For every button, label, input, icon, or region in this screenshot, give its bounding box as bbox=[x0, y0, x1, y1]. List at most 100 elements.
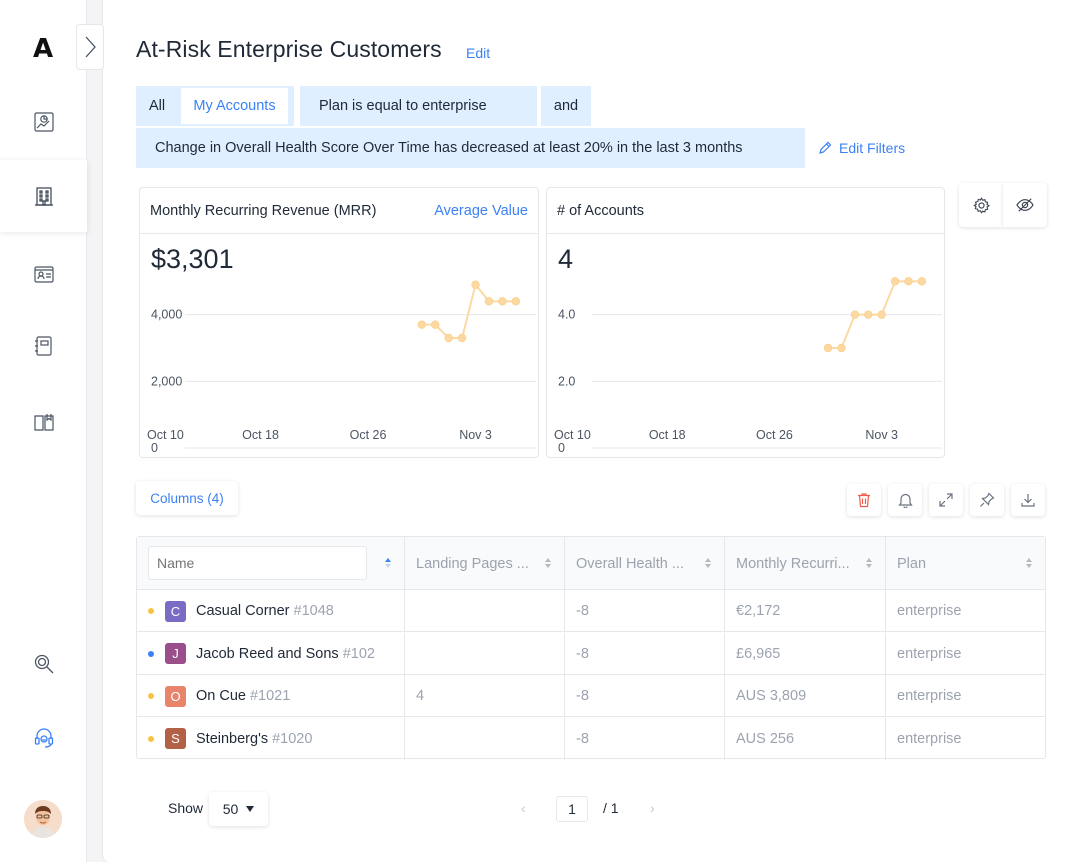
account-avatar-badge: C bbox=[165, 600, 186, 622]
building-icon bbox=[34, 187, 53, 206]
y-tick-label: 0 bbox=[151, 441, 158, 455]
health-column-header[interactable]: Overall Health ... bbox=[565, 537, 725, 590]
sort-icon bbox=[1026, 558, 1032, 568]
mrr-column-header[interactable]: Monthly Recurri... bbox=[725, 537, 886, 590]
x-tick-label: Oct 10 bbox=[554, 428, 591, 442]
accounts-table: Landing Pages ... Overall Health ... Mon… bbox=[136, 536, 1046, 760]
accounts-panel-header: # of Accounts bbox=[547, 188, 944, 234]
edit-filters-button[interactable]: Edit Filters bbox=[818, 140, 905, 156]
edit-title-link[interactable]: Edit bbox=[466, 45, 490, 61]
data-point bbox=[877, 310, 886, 319]
sort-icon-active[interactable] bbox=[384, 556, 392, 570]
mrr-header-label: Monthly Recurri... bbox=[736, 555, 850, 572]
status-dot bbox=[148, 608, 154, 614]
show-label: Show bbox=[168, 800, 204, 816]
status-dot bbox=[148, 693, 154, 699]
previous-page-button[interactable]: ‹ bbox=[521, 800, 526, 816]
report-icon bbox=[33, 112, 54, 132]
sort-icon bbox=[705, 558, 711, 568]
account-name-cell[interactable]: C Casual Corner #1048 bbox=[137, 590, 405, 632]
data-point bbox=[484, 297, 494, 306]
account-avatar-badge: O bbox=[165, 685, 186, 707]
hide-panels-button[interactable] bbox=[1003, 183, 1047, 227]
mrr-cell: £6,965 bbox=[725, 632, 886, 675]
health-score-cell: -8 bbox=[565, 717, 725, 760]
page-title: At-Risk Enterprise Customers bbox=[136, 36, 442, 62]
pin-button[interactable] bbox=[970, 484, 1004, 516]
x-tick-label: Oct 26 bbox=[350, 428, 387, 442]
plan-cell: enterprise bbox=[897, 603, 962, 619]
sidebar-item-reports[interactable] bbox=[0, 86, 87, 158]
filter-conjunction: and bbox=[541, 86, 591, 126]
bell-icon bbox=[897, 493, 913, 508]
columns-button[interactable]: Columns (4) bbox=[136, 481, 238, 515]
sidebar-item-library[interactable] bbox=[0, 386, 87, 458]
account-id: #1020 bbox=[272, 730, 313, 747]
plan-header-label: Plan bbox=[897, 555, 927, 572]
x-tick-label: Oct 10 bbox=[147, 428, 184, 442]
table-row[interactable]: J Jacob Reed and Sons #102 -8 £6,965 enterpri… bbox=[137, 632, 1045, 675]
sidebar: A bbox=[0, 0, 87, 862]
delete-button[interactable] bbox=[847, 484, 881, 516]
landing-pages-cell bbox=[405, 590, 565, 632]
filter-plan-condition[interactable]: Plan is equal to enterprise bbox=[300, 86, 537, 126]
sidebar-item-support[interactable] bbox=[0, 702, 87, 774]
status-dot bbox=[148, 735, 154, 742]
data-point bbox=[457, 333, 467, 343]
panel-settings-button[interactable] bbox=[959, 183, 1003, 227]
plan-column-header[interactable]: Plan bbox=[886, 537, 1045, 590]
avatar[interactable] bbox=[24, 800, 62, 838]
x-tick-label: Nov 3 bbox=[459, 428, 492, 442]
sidebar-item-accounts[interactable] bbox=[0, 160, 87, 232]
x-tick-label: Oct 26 bbox=[756, 428, 793, 442]
health-score-cell: -8 bbox=[565, 590, 725, 632]
next-page-button[interactable]: › bbox=[650, 800, 655, 816]
account-name[interactable]: Steinberg's bbox=[196, 731, 268, 747]
sidebar-item-search[interactable] bbox=[0, 628, 87, 700]
mrr-cell: AUS 256 bbox=[725, 717, 886, 760]
health-score-cell: -8 bbox=[565, 632, 725, 675]
table-row[interactable]: S Steinberg's #1020 -8 AUS 256 enterprise bbox=[137, 717, 1045, 760]
health-header-label: Overall Health ... bbox=[576, 555, 684, 572]
data-point bbox=[471, 280, 480, 289]
x-tick-label: Oct 18 bbox=[649, 428, 686, 442]
filter-health-condition[interactable]: Change in Overall Health Score Over Time… bbox=[136, 128, 805, 168]
table-row[interactable]: O On Cue #1021 4 -8 AUS 3,809 enterprise bbox=[137, 675, 1045, 717]
name-filter-input[interactable] bbox=[148, 546, 367, 580]
table-row[interactable]: C Casual Corner #1048 -8 €2,172 enterprise bbox=[137, 590, 1045, 632]
sidebar-item-contacts[interactable] bbox=[0, 238, 87, 310]
page-size-select[interactable]: 50 bbox=[209, 792, 268, 826]
average-value-link[interactable]: Average Value bbox=[434, 203, 528, 219]
filter-all-option[interactable]: All bbox=[149, 98, 165, 114]
notebook-icon bbox=[34, 336, 52, 356]
expand-button[interactable] bbox=[929, 484, 963, 516]
account-name[interactable]: On Cue bbox=[196, 688, 246, 704]
y-tick-label: 4.0 bbox=[558, 308, 575, 322]
landing-pages-column-header[interactable]: Landing Pages ... bbox=[405, 537, 565, 590]
landing-pages-cell bbox=[405, 632, 565, 675]
filter-my-accounts-option[interactable]: My Accounts bbox=[181, 88, 288, 124]
pencil-icon bbox=[819, 141, 832, 154]
mrr-panel: Monthly Recurring Revenue (MRR) Average … bbox=[139, 187, 539, 458]
support-headset-icon bbox=[34, 728, 53, 748]
sidebar-item-playbooks[interactable] bbox=[0, 310, 87, 382]
mrr-cell: AUS 3,809 bbox=[725, 675, 886, 717]
y-tick-label: 2.0 bbox=[558, 374, 575, 388]
account-name[interactable]: Casual Corner bbox=[196, 603, 290, 619]
eye-off-icon bbox=[1016, 198, 1034, 212]
account-name[interactable]: Jacob Reed and Sons bbox=[196, 646, 339, 662]
alert-button[interactable] bbox=[888, 484, 922, 516]
plan-cell: enterprise bbox=[897, 645, 962, 662]
account-avatar-badge: J bbox=[165, 643, 186, 664]
sort-icon bbox=[545, 558, 551, 568]
account-name-cell[interactable]: J Jacob Reed and Sons #102 bbox=[137, 632, 405, 675]
plan-cell: enterprise bbox=[897, 730, 962, 747]
account-name-cell[interactable]: S Steinberg's #1020 bbox=[137, 717, 405, 760]
download-button[interactable] bbox=[1011, 484, 1045, 516]
account-name-cell[interactable]: O On Cue #1021 bbox=[137, 675, 405, 717]
current-page-input[interactable]: 1 bbox=[556, 796, 588, 822]
name-column-header bbox=[137, 537, 405, 590]
app-logo[interactable]: A bbox=[28, 34, 58, 64]
expand-sidebar-button[interactable] bbox=[76, 24, 104, 70]
landing-pages-cell: 4 bbox=[405, 675, 565, 717]
